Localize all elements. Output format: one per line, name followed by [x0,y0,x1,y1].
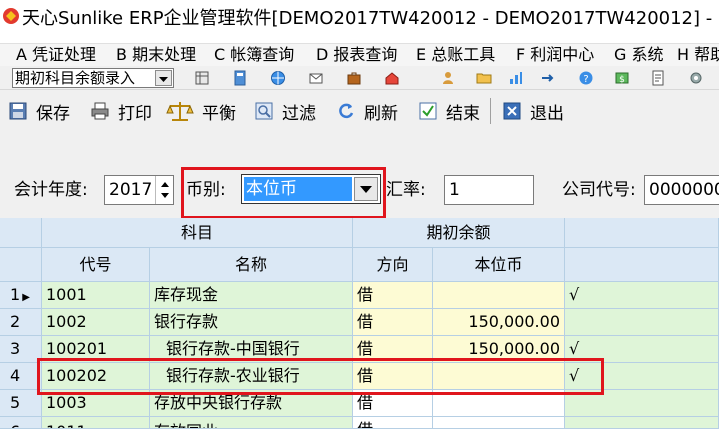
col-header-check [565,248,719,282]
filter-icon [255,102,273,120]
company-input[interactable]: 0000000 [644,175,719,205]
row-number[interactable]: 3 [0,336,42,363]
svg-text:?: ? [583,74,588,85]
user-icon[interactable] [440,70,456,86]
erp-window: 天心Sunlike ERP企业管理软件[DEMO2017TW420012 - D… [0,0,719,429]
save-button[interactable]: 保存 [8,98,70,124]
cell-amount[interactable] [433,282,565,309]
cell-name[interactable]: 存放同业 [150,417,353,429]
title-bar: 天心Sunlike ERP企业管理软件[DEMO2017TW420012 - D… [0,0,719,44]
cell-check[interactable] [565,309,719,336]
cell-direction[interactable]: 借 [353,282,433,309]
svg-text:$: $ [619,75,625,85]
cell-name[interactable]: 库存现金 [150,282,353,309]
year-label: 会计年度: [14,180,88,200]
corner-cell [0,218,42,248]
briefcase-icon[interactable] [346,70,362,86]
refresh-icon [339,103,354,119]
filter-button[interactable]: 过滤 [254,98,316,124]
menu-reports[interactable]: D 报表查询 [316,44,397,66]
chart-icon[interactable] [508,70,524,86]
cell-code[interactable]: 1011 [42,417,150,429]
row-number[interactable]: 6 [0,417,42,429]
finish-button[interactable]: 结束 [418,98,480,124]
toolbar-divider [490,98,491,124]
save-icon [9,102,27,120]
menu-ledger[interactable]: C 帐簿查询 [214,44,294,66]
cell-code[interactable]: 1002 [42,309,150,336]
cell-amount[interactable]: 150,000.00 [433,309,565,336]
chevron-down-icon[interactable] [155,70,172,86]
rate-input[interactable]: 1 [444,175,534,205]
cell-name[interactable]: 银行存款 [150,309,353,336]
row-number[interactable]: 1 ▶ [0,282,42,309]
cell-code[interactable]: 1001 [42,282,150,309]
row-number[interactable]: 2 [0,309,42,336]
cell-amount[interactable] [433,417,565,429]
group-header-opening: 期初余额 [353,218,565,248]
close-icon [503,102,521,120]
folder-icon[interactable] [476,70,492,86]
calculator-icon[interactable] [232,70,248,86]
mail-icon[interactable] [308,70,324,86]
printer-icon [91,102,109,120]
window-title: 天心Sunlike ERP企业管理软件[DEMO2017TW420012 - D… [22,8,719,29]
row-number[interactable]: 4 [0,363,42,390]
row-number[interactable]: 5 [0,390,42,417]
menu-gl-tools[interactable]: E 总账工具 [416,44,495,66]
menu-profit-center[interactable]: F 利润中心 [516,44,594,66]
col-header-code[interactable]: 代号 [42,248,150,282]
corner-cell [0,248,42,282]
action-toolbar: 保存 打印 平衡 过滤 刷新 结束 退出 [0,92,719,130]
spinner-arrows-icon [161,182,169,198]
cell-direction[interactable]: 借 [353,309,433,336]
money-icon[interactable]: $ [614,70,630,86]
arrow-icon[interactable] [540,70,556,86]
refresh-button[interactable]: 刷新 [336,98,398,124]
col-header-amount[interactable]: 本位币 [433,248,565,282]
menu-period-end[interactable]: B 期末处理 [116,44,196,66]
highlight-box-row [37,358,604,395]
col-header-direction[interactable]: 方向 [353,248,433,282]
grid-tool-icon[interactable] [194,70,210,86]
cell-check[interactable] [565,417,719,429]
menu-help[interactable]: H 帮助 [677,44,719,66]
menu-system[interactable]: G 系统 [614,44,664,66]
cell-check[interactable]: √ [565,282,719,309]
cell-direction[interactable]: 借 [353,417,433,429]
company-label: 公司代号: [562,180,636,200]
exit-button[interactable]: 退出 [502,98,564,124]
year-input[interactable]: 2017 [104,175,174,205]
balance-button[interactable]: 平衡 [166,98,236,124]
highlight-box-currency [181,167,386,219]
group-header-subject: 科目 [42,218,353,248]
opening-balance-grid: 科目 期初余额 代号 名称 方向 本位币 1 ▶ 1001 库存现金 借 √ 2 … [0,218,719,429]
globe-icon[interactable] [270,70,286,86]
menu-bar: A 凭证处理 B 期末处理 C 帐簿查询 D 报表查询 E 总账工具 F 利润中… [0,44,719,66]
quick-toolbar: 期初科目余额录入 ? $ [0,66,719,90]
help-icon[interactable]: ? [578,70,594,86]
home-icon[interactable] [384,70,400,86]
print-button[interactable]: 打印 [90,98,152,124]
scale-icon [166,102,194,121]
group-header-blank [565,218,719,248]
menu-voucher[interactable]: A 凭证处理 [16,44,96,66]
module-select[interactable]: 期初科目余额录入 [12,68,174,88]
col-header-name[interactable]: 名称 [150,248,353,282]
settings-icon[interactable] [688,70,704,86]
filter-bar: 会计年度: 2017 币别: 本位币 汇率: 1 公司代号: 0000000 [0,130,719,219]
rate-label: 汇率: [386,180,426,200]
app-logo-icon [3,8,19,24]
document-icon[interactable] [650,70,666,86]
year-spinner[interactable] [155,176,173,204]
current-row-arrow-icon: ▶ [22,292,30,303]
checkbox-icon [419,102,437,120]
